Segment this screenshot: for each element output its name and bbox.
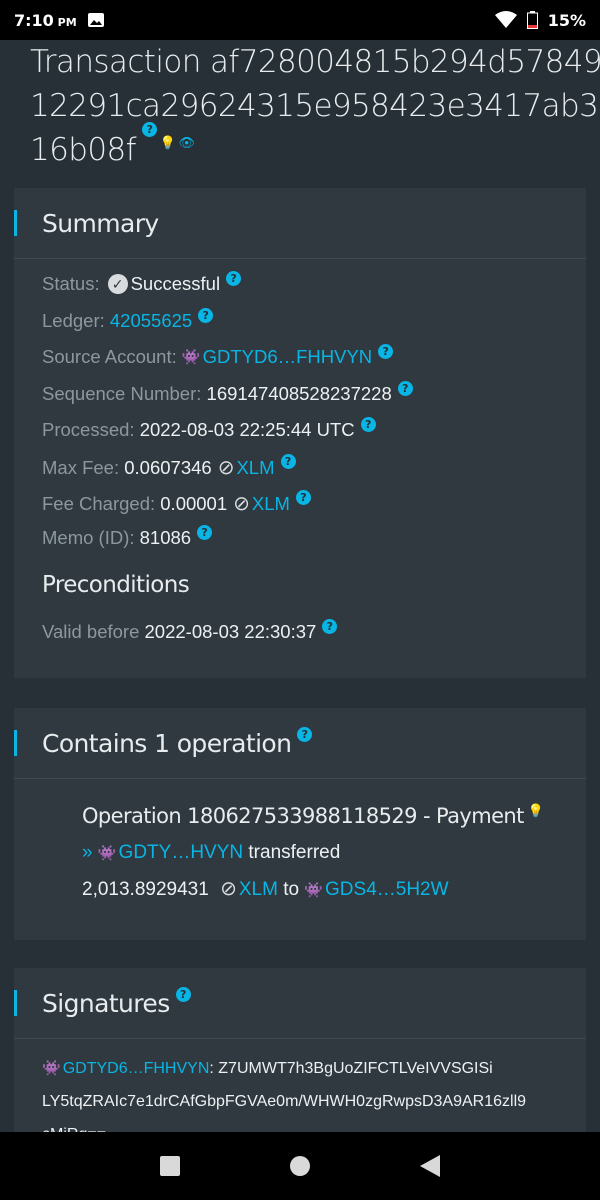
help-icon[interactable]: ? — [197, 524, 213, 540]
operation-line-1: » 👾 GDTY…HVYN transferred — [82, 842, 341, 863]
help-icon[interactable]: ? — [226, 270, 242, 286]
ledger-row: Ledger: 42055625 ? — [42, 307, 214, 332]
signature-entry: 👾 GDTYD6…FHHVYN: Z7UMWT7h3BgUoZIFCTLVeIVV… — [42, 1052, 582, 1132]
image-icon — [87, 13, 104, 27]
preconditions-heading: Preconditions — [42, 572, 190, 598]
title-line-2: 12291ca29624315e958423e3417ab380ad — [30, 88, 600, 124]
processed-value: 2022-08-03 22:25:44 UTC — [139, 419, 355, 440]
help-icon[interactable]: ? — [141, 122, 157, 137]
battery-percent: 15% — [547, 10, 586, 30]
help-icon[interactable]: ? — [198, 307, 214, 323]
status-bar: 7:10 PM 15% — [0, 0, 600, 40]
fee-charged-row: Fee Charged: 0.00001 ⊘ XLM ? — [42, 490, 311, 516]
source-account-row: Source Account: 👾 GDTYD6…FHHVYN ? — [42, 343, 394, 368]
account-avatar-icon: 👾 — [97, 845, 117, 862]
back-button[interactable] — [420, 1155, 440, 1177]
signatures-card: Signatures ? 👾 GDTYD6…FHHVYN: Z7UMWT7h3Bg… — [14, 968, 586, 1132]
xlm-link[interactable]: XLM — [239, 879, 278, 900]
sequence-row: Sequence Number: 169147408528237228 ? — [42, 380, 413, 405]
stellar-icon: ⊘ — [217, 457, 235, 479]
recents-button[interactable] — [160, 1156, 180, 1176]
battery-icon — [526, 11, 538, 29]
signature-line-3: cMiRg== — [42, 1118, 582, 1132]
signer-account-link[interactable]: GDTYD6…FHHVYN — [63, 1060, 210, 1077]
account-avatar-icon: 👾 — [304, 882, 324, 899]
help-icon[interactable]: ? — [322, 618, 338, 634]
navigation-bar — [0, 1132, 600, 1200]
to-account-link[interactable]: GDS4…5H2W — [325, 879, 449, 900]
check-circle-icon: ✓ — [107, 274, 128, 294]
valid-before-row: Valid before 2022-08-03 22:30:37 ? — [42, 618, 338, 643]
help-icon[interactable]: ? — [397, 380, 413, 396]
max-fee-row: Max Fee: 0.0607346 ⊘ XLM ? — [42, 454, 296, 480]
fee-charged-value: 0.00001 — [160, 492, 228, 514]
memo-row: Memo (ID): 81086 ? — [42, 524, 213, 549]
summary-header: Summary — [14, 188, 586, 259]
title-line-1: Transaction af728004815b294d578499eb — [30, 44, 600, 80]
xlm-link[interactable]: XLM — [236, 457, 274, 479]
signature-line-2: LY5tqZRAIc7e1drCAfGbpFGVAe0m/WHWH0zgRwps… — [42, 1093, 527, 1110]
operations-heading: Contains 1 operation — [42, 728, 292, 758]
wifi-icon — [494, 11, 517, 28]
help-icon[interactable]: ? — [175, 986, 191, 1002]
help-icon[interactable]: ? — [295, 490, 311, 505]
status-value: Successful — [130, 273, 221, 294]
valid-before-value: 2022-08-03 22:30:37 — [144, 621, 317, 642]
sequence-value: 169147408528237228 — [206, 383, 392, 404]
stellar-icon: ⊘ — [220, 878, 237, 900]
summary-heading: Summary — [42, 208, 159, 238]
max-fee-value: 0.0607346 — [124, 456, 212, 478]
summary-card: Summary Status: ✓ Successful ? Ledger: 4… — [14, 188, 586, 678]
signature-line-1: Z7UMWT7h3BgUoZIFCTLVeIVVSGISi — [218, 1060, 493, 1077]
amount-value: 2,013.8929431 — [82, 879, 209, 900]
clock: 7:10 PM — [14, 10, 77, 30]
processed-row: Processed: 2022-08-03 22:25:44 UTC ? — [42, 416, 376, 441]
memo-value: 81086 — [139, 527, 192, 548]
help-icon[interactable]: ? — [378, 343, 394, 359]
signatures-header: Signatures ? — [14, 968, 586, 1039]
expand-chevron-icon[interactable]: » — [82, 842, 93, 863]
lightbulb-icon[interactable]: 💡 — [160, 122, 176, 166]
help-icon[interactable]: ? — [297, 726, 313, 742]
operations-header: Contains 1 operation ? — [14, 708, 586, 779]
status-row: Status: ✓ Successful ? — [42, 270, 242, 295]
stellar-icon: ⊘ — [233, 493, 250, 515]
account-avatar-icon: 👾 — [181, 349, 201, 366]
signatures-heading: Signatures — [42, 988, 170, 1018]
operation-title: Operation 180627533988118529 - Payment 💡 — [82, 804, 544, 828]
account-avatar-icon: 👾 — [42, 1060, 61, 1077]
lightbulb-icon[interactable]: 💡 — [528, 804, 544, 819]
xlm-link[interactable]: XLM — [252, 493, 290, 515]
from-account-link[interactable]: GDTY…HVYN — [119, 842, 244, 863]
title-line-3: 16b08f — [30, 132, 136, 168]
home-button[interactable] — [290, 1156, 310, 1176]
page-title: Transaction af728004815b294d578499eb 122… — [30, 40, 600, 172]
help-icon[interactable]: ? — [280, 454, 296, 469]
page-content: Transaction af728004815b294d578499eb 122… — [0, 40, 600, 1132]
help-icon[interactable]: ? — [360, 416, 376, 432]
eye-icon[interactable]: 👁 — [178, 122, 195, 166]
operations-card: Contains 1 operation ? Operation 1806275… — [14, 708, 586, 940]
ledger-link[interactable]: 42055625 — [110, 310, 192, 332]
operation-line-2: 2,013.8929431 ⊘ XLM to 👾 GDS4…5H2W — [82, 878, 449, 900]
source-account-link[interactable]: GDTYD6…FHHVYN — [203, 346, 373, 368]
